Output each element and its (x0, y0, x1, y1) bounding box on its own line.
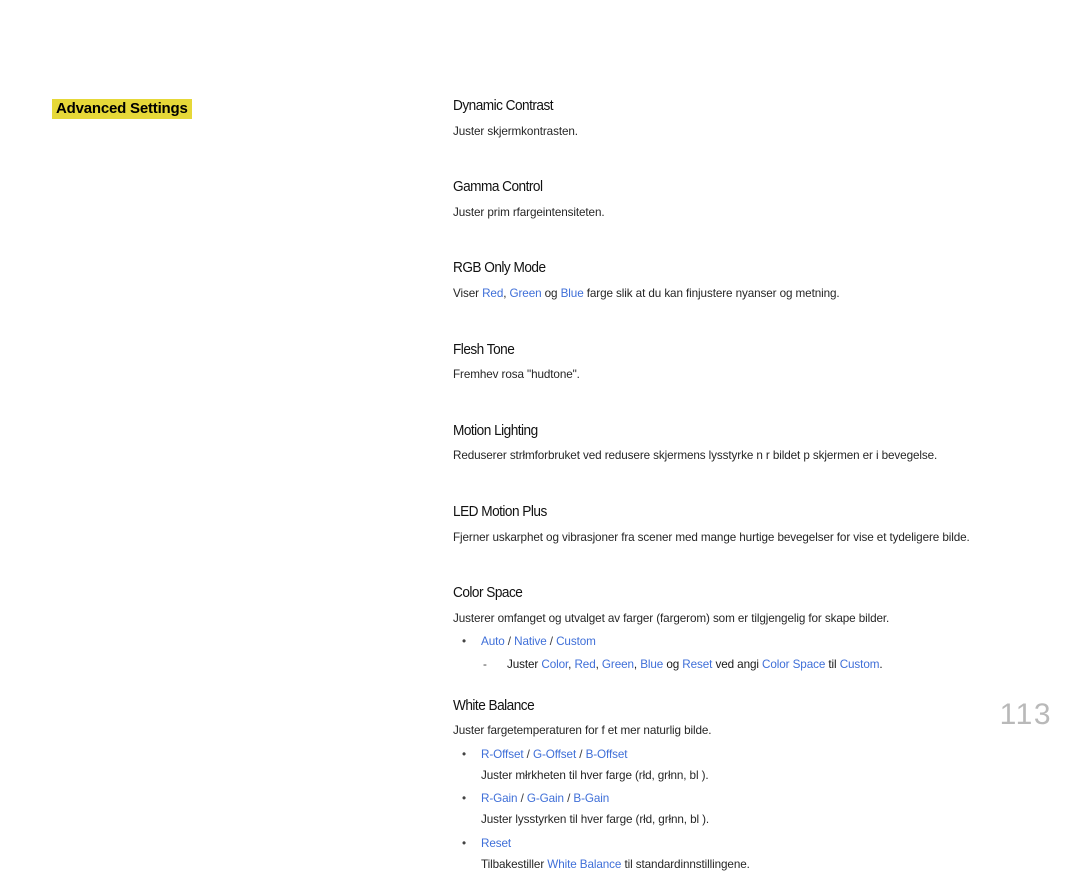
section-title: White Balance (453, 697, 535, 714)
section-description: Juster prim rfargeintensiteten. (453, 205, 605, 219)
section-title: RGB Only Mode (453, 260, 546, 277)
option-b-offset[interactable]: B-Offset (586, 748, 628, 761)
option-g-gain[interactable]: G-Gain (527, 792, 564, 805)
bullet-dot-icon: • (462, 748, 466, 762)
section-title: Flesh Tone (453, 341, 515, 358)
option-reset[interactable]: Reset (481, 837, 511, 850)
option-separator: / (563, 792, 574, 806)
section-rgb-only-mode: RGB Only Mode Viser Red, Green og Blue f… (453, 261, 1053, 299)
desc-text: til standardinnstillingene. (621, 857, 750, 871)
section-description: Reduserer strłmforbruket ved redusere sk… (453, 449, 938, 463)
section-description: Fjerner uskarphet og vibrasjoner fra sce… (453, 530, 970, 544)
dash-icon: - (483, 658, 487, 672)
bullet-dot-icon: • (462, 836, 466, 850)
term-green: Green (509, 286, 542, 300)
desc-text: og (663, 658, 683, 672)
section-gamma-control: Gamma Control Juster prim rfargeintensit… (453, 180, 1053, 218)
section-title: Motion Lighting (453, 422, 538, 439)
section-color-space: Color Space Justerer omfanget og utvalge… (453, 586, 1053, 671)
section-title: LED Motion Plus (453, 504, 547, 521)
section-motion-lighting: Motion Lighting Reduserer strłmforbruket… (453, 424, 1053, 462)
desc-text: Viser (453, 286, 483, 300)
list-item-description: Juster lysstyrken til hver farge (rłd, g… (481, 813, 710, 827)
term-color[interactable]: Color (541, 658, 568, 671)
section-description: Justerer omfanget og utvalget av farger … (453, 611, 890, 625)
term-custom[interactable]: Custom (840, 658, 880, 671)
list-item: • R-Offset / G-Offset / B-Offset (453, 749, 1053, 761)
term-red: Red (482, 286, 504, 300)
term-color-space[interactable]: Color Space (762, 658, 825, 671)
term-red[interactable]: Red (574, 658, 595, 671)
option-separator: / (517, 792, 527, 806)
desc-text: Tilbakestiller (481, 857, 548, 871)
option-b-gain[interactable]: B-Gain (573, 792, 609, 805)
page-number: 113 (999, 698, 1052, 731)
list-item-description: Juster młrkheten til hver farge (rłd, gr… (481, 768, 709, 782)
desc-text: Juster (507, 658, 542, 672)
desc-text: til (825, 658, 840, 672)
option-r-gain[interactable]: R-Gain (481, 792, 518, 805)
option-g-offset[interactable]: G-Offset (533, 748, 576, 761)
section-dynamic-contrast: Dynamic Contrast Juster skjermkontrasten… (453, 99, 1053, 137)
section-description: Juster fargetemperaturen for f et mer na… (453, 724, 712, 738)
term-blue[interactable]: Blue (640, 658, 663, 671)
list-item: • Auto / Native / Custom (453, 636, 1053, 648)
option-separator: / (523, 748, 533, 762)
section-led-motion-plus: LED Motion Plus Fjerner uskarphet og vib… (453, 505, 1053, 543)
section-description: Viser Red, Green og Blue farge slik at d… (453, 288, 1053, 300)
term-green[interactable]: Green (602, 658, 634, 671)
section-description: Juster skjermkontrasten. (453, 124, 578, 138)
list-item: • R-Gain / G-Gain / B-Gain (453, 793, 1053, 805)
settings-content: Dynamic Contrast Juster skjermkontrasten… (453, 99, 1053, 870)
desc-text: farge slik at du kan finjustere nyanser … (583, 286, 840, 300)
option-custom[interactable]: Custom (556, 635, 596, 648)
option-auto[interactable]: Auto (481, 635, 505, 648)
term-reset[interactable]: Reset (682, 658, 712, 671)
section-title: Dynamic Contrast (453, 98, 554, 114)
list-item-description: Tilbakestiller White Balance til standar… (453, 857, 1053, 871)
desc-text: ved angi (712, 658, 763, 672)
option-native[interactable]: Native (514, 635, 547, 648)
desc-text: og (541, 286, 561, 300)
bullet-dot-icon: • (462, 635, 466, 649)
option-r-offset[interactable]: R-Offset (481, 748, 524, 761)
bullet-dot-icon: • (462, 792, 466, 806)
section-title: Color Space (453, 585, 523, 602)
list-item: • Reset (453, 836, 1053, 850)
section-flesh-tone: Flesh Tone Fremhev rosa "hudtone". (453, 343, 1053, 381)
term-blue: Blue (560, 286, 584, 300)
section-description: Fremhev rosa "hudtone". (453, 368, 580, 382)
list-sub-item: - Juster Color, Red, Green, Blue og Reset… (453, 659, 1053, 671)
section-white-balance: White Balance Juster fargetemperaturen f… (453, 699, 1053, 870)
desc-text: . (879, 658, 883, 672)
term-white-balance[interactable]: White Balance (547, 858, 621, 871)
option-separator: / (504, 635, 515, 649)
page-title: Advanced Settings (52, 99, 192, 119)
option-separator: / (576, 748, 586, 762)
option-separator: / (546, 635, 557, 649)
section-title: Gamma Control (453, 179, 543, 196)
